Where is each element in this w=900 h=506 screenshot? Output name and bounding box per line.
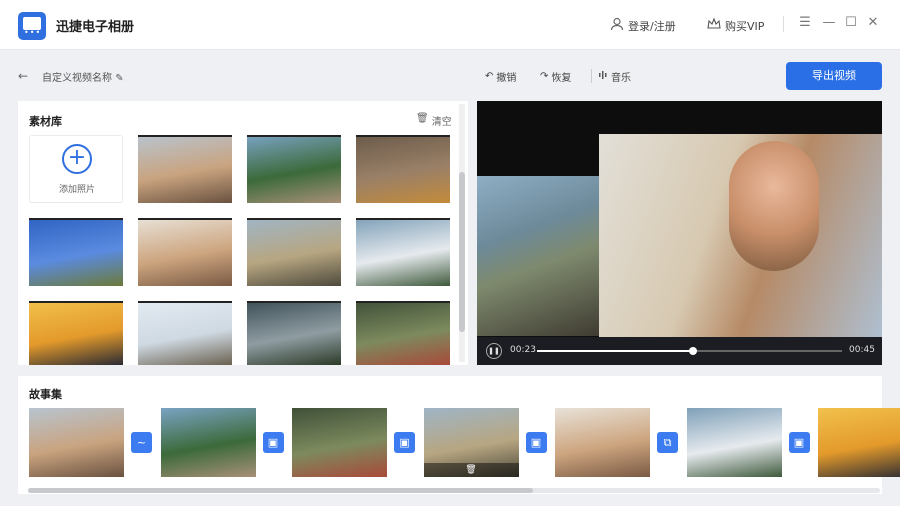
project-name-label: 自定义视频名称 (42, 73, 112, 84)
material-library-panel: 素材库 🗑 清空 + 添加照片 (18, 101, 468, 365)
transition-button-4[interactable]: ▣ (525, 432, 547, 453)
library-scroll-grip[interactable] (459, 172, 465, 332)
redo-button[interactable]: ↷ 恢复 (540, 69, 571, 84)
story-clip-2[interactable] (160, 408, 256, 477)
library-photo-rail-boots[interactable] (356, 135, 450, 203)
project-name[interactable]: 自定义视频名称 ✎ (42, 69, 124, 84)
add-photo-label: 添加照片 (58, 185, 95, 195)
current-time: 00:23 (510, 345, 536, 355)
music-icon (598, 70, 608, 83)
library-title: 素材库 (29, 115, 62, 128)
user-icon (610, 17, 624, 34)
preview-subject (729, 141, 819, 271)
transition-button-6[interactable]: ▣ (788, 432, 810, 453)
transition-button-2[interactable]: ▣ (262, 432, 284, 453)
progress-handle[interactable] (688, 347, 697, 355)
toolbar-separator (591, 69, 592, 83)
story-clip-7[interactable] (818, 408, 900, 477)
story-clip-3[interactable] (292, 408, 387, 477)
menu-icon[interactable]: ☰ (796, 14, 814, 32)
thumb-edge (29, 218, 123, 220)
app-title: 迅捷电子相册 (56, 20, 135, 35)
library-photo-woman-field[interactable] (247, 301, 341, 365)
clear-library-button[interactable]: 🗑 清空 (416, 113, 452, 128)
pause-icon[interactable]: ❚❚ (486, 343, 502, 359)
login-label: 登录/注册 (628, 19, 676, 33)
thumb-edge (247, 135, 341, 137)
edit-icon[interactable]: ✎ (115, 73, 123, 84)
thumb-edge (138, 301, 232, 303)
music-button[interactable]: 音乐 (598, 69, 631, 84)
redo-icon: ↷ (540, 71, 549, 82)
plus-icon: + (62, 144, 92, 174)
trash-icon: 🗑 (416, 113, 429, 124)
storyboard-scrollbar[interactable] (28, 488, 880, 493)
editor-toolbar: ← 自定义视频名称 ✎ ↶ 撤销 ↷ 恢复 音乐 导出视频 (0, 51, 900, 97)
video-preview[interactable]: ❚❚ 00:23 00:45 (477, 101, 882, 365)
export-video-button[interactable]: 导出视频 (786, 62, 882, 90)
library-photo-girl-glasses[interactable] (138, 218, 232, 286)
title-bar: 迅捷电子相册 登录/注册 购买VIP ☰ — ☐ ✕ (0, 0, 900, 50)
progress-track[interactable] (537, 347, 842, 355)
thumb-edge (138, 218, 232, 220)
thumb-edge (356, 135, 450, 137)
story-clip-6[interactable] (686, 408, 782, 477)
transition-button-5[interactable]: ⧉ (657, 432, 678, 453)
library-photo-car-girl[interactable] (247, 218, 341, 286)
library-photo-street-people[interactable] (247, 135, 341, 203)
total-time: 00:45 (849, 345, 875, 355)
library-photo-sunset-rock[interactable] (29, 301, 123, 365)
title-separator (783, 16, 784, 32)
story-clip-1[interactable] (29, 408, 124, 477)
thumb-edge (29, 301, 123, 303)
library-photo-beach-jump[interactable] (138, 301, 232, 365)
close-icon[interactable]: ✕ (864, 14, 882, 32)
app-logo (18, 12, 46, 40)
thumb-edge (356, 301, 450, 303)
back-button[interactable]: ← (18, 69, 28, 83)
storyboard-scroll-grip[interactable] (28, 488, 533, 493)
story-clip-4[interactable]: 🗑 (423, 408, 519, 477)
thumb-edge (138, 135, 232, 137)
vip-label: 购买VIP (725, 19, 765, 33)
progress-fill (537, 350, 693, 352)
maximize-icon[interactable]: ☐ (842, 14, 860, 32)
transition-button-1[interactable]: ~ (131, 432, 152, 453)
player-controls: ❚❚ 00:23 00:45 (477, 337, 882, 365)
storyboard-panel: 故事集 ~ ▣ ▣ 🗑 ▣ ⧉ ▣ (18, 376, 900, 494)
story-clip-5[interactable] (555, 408, 650, 477)
library-photo-couple-veil[interactable] (356, 218, 450, 286)
redo-label: 恢复 (551, 73, 572, 84)
library-photo-forest-kimono[interactable] (356, 301, 450, 365)
thumb-edge (247, 218, 341, 220)
crown-icon (707, 17, 721, 34)
transition-button-3[interactable]: ▣ (394, 432, 415, 453)
buy-vip-button[interactable]: 购买VIP (707, 17, 764, 34)
delete-clip-icon[interactable]: 🗑 (423, 463, 519, 477)
music-label: 音乐 (611, 73, 631, 84)
library-photo-woman-camera[interactable] (138, 135, 232, 203)
add-photo-button[interactable]: + 添加照片 (29, 135, 123, 203)
undo-icon: ↶ (485, 71, 494, 82)
login-button[interactable]: 登录/注册 (610, 17, 676, 34)
library-photo-dog-sky[interactable] (29, 218, 123, 286)
library-scrollbar[interactable] (459, 104, 465, 362)
undo-button[interactable]: ↶ 撤销 (485, 69, 516, 84)
storyboard-title: 故事集 (29, 388, 62, 401)
undo-label: 撤销 (496, 73, 517, 84)
thumb-edge (247, 301, 341, 303)
preview-left-image (477, 176, 599, 336)
thumb-edge (356, 218, 450, 220)
minimize-icon[interactable]: — (820, 14, 838, 32)
clear-label: 清空 (431, 117, 452, 128)
